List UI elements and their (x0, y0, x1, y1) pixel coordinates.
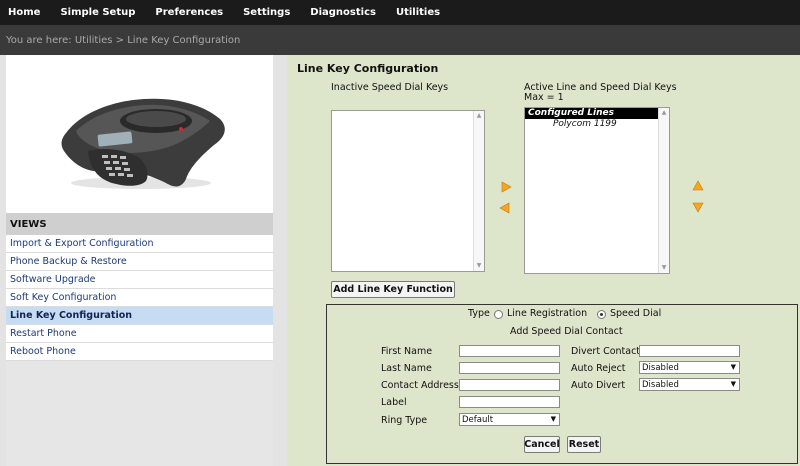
scroll-up-icon[interactable]: ▲ (474, 111, 484, 121)
radio-speed-dial[interactable] (597, 310, 606, 319)
nav-simple-setup[interactable]: Simple Setup (60, 7, 135, 18)
section-title: Add Speed Dial Contact (510, 326, 623, 337)
auto-reject-select[interactable]: Disabled ▼ (639, 361, 740, 374)
conference-phone-image (61, 98, 225, 189)
active-keys-list[interactable]: Configured Lines Polycom 1199 ▲ ▼ (524, 107, 670, 274)
line-registration-label[interactable]: Line Registration (507, 308, 587, 319)
left-sidebar: VIEWS Import & Export Configuration Phon… (6, 55, 273, 466)
nav-utilities[interactable]: Utilities (396, 7, 440, 18)
reset-button[interactable]: Reset (567, 436, 601, 453)
nav-preferences[interactable]: Preferences (155, 7, 223, 18)
auto-divert-label: Auto Divert (571, 380, 626, 391)
main-content: Line Key Configuration Inactive Speed Di… (287, 55, 800, 466)
add-line-key-function-button[interactable]: Add Line Key Function (331, 281, 455, 298)
nav-settings[interactable]: Settings (243, 7, 290, 18)
chevron-down-icon: ▼ (550, 415, 556, 423)
last-name-label: Last Name (381, 363, 432, 374)
nav-home[interactable]: Home (8, 7, 40, 18)
scroll-up-icon[interactable]: ▲ (659, 108, 669, 118)
contact-address-input[interactable] (459, 379, 560, 391)
auto-reject-value: Disabled (642, 362, 679, 373)
breadcrumb: You are here: Utilities > Line Key Confi… (0, 25, 800, 55)
view-software-upgrade[interactable]: Software Upgrade (6, 271, 273, 289)
view-restart-phone[interactable]: Restart Phone (6, 325, 273, 343)
move-up-arrow-icon[interactable] (692, 180, 704, 192)
chevron-down-icon: ▼ (730, 363, 736, 371)
auto-divert-select[interactable]: Disabled ▼ (639, 378, 740, 391)
views-list: Import & Export Configuration Phone Back… (6, 235, 273, 361)
page-title: Line Key Configuration (297, 62, 439, 75)
inactive-speed-dial-list[interactable]: ▲ ▼ (331, 110, 485, 272)
speed-dial-label[interactable]: Speed Dial (610, 308, 661, 319)
contact-address-label: Contact Address (381, 380, 459, 391)
type-label: Type (468, 308, 490, 319)
ring-type-select[interactable]: Default ▼ (459, 413, 560, 426)
chevron-down-icon: ▼ (730, 380, 736, 388)
divert-contact-label: Divert Contact (571, 346, 641, 357)
last-name-input[interactable] (459, 362, 560, 374)
divert-contact-input[interactable] (639, 345, 740, 357)
label-field-label: Label (381, 397, 407, 408)
first-name-label: First Name (381, 346, 433, 357)
scroll-down-icon[interactable]: ▼ (659, 263, 669, 273)
move-down-arrow-icon[interactable] (692, 201, 704, 213)
move-right-arrow-icon[interactable] (500, 181, 512, 193)
inactive-list-scrollbar[interactable]: ▲ ▼ (473, 111, 484, 271)
nav-diagnostics[interactable]: Diagnostics (310, 7, 376, 18)
phone-image-panel (6, 55, 273, 213)
ring-type-label: Ring Type (381, 415, 428, 426)
configured-line-item[interactable]: Polycom 1199 (525, 119, 669, 130)
scroll-down-icon[interactable]: ▼ (474, 261, 484, 271)
views-header: VIEWS (6, 213, 273, 235)
view-soft-key-configuration[interactable]: Soft Key Configuration (6, 289, 273, 307)
label-input[interactable] (459, 396, 560, 408)
auto-reject-label: Auto Reject (571, 363, 626, 374)
view-reboot-phone[interactable]: Reboot Phone (6, 343, 273, 361)
radio-line-registration[interactable] (494, 310, 503, 319)
first-name-input[interactable] (459, 345, 560, 357)
move-left-arrow-icon[interactable] (499, 202, 511, 214)
speed-dial-form: Type Line Registration Speed Dial Add Sp… (326, 304, 798, 464)
auto-divert-value: Disabled (642, 379, 679, 390)
active-list-scrollbar[interactable]: ▲ ▼ (658, 108, 669, 273)
active-keys-max: Max = 1 (524, 92, 564, 103)
ring-type-value: Default (462, 414, 494, 425)
inactive-keys-label: Inactive Speed Dial Keys (331, 82, 449, 93)
view-import-export-configuration[interactable]: Import & Export Configuration (6, 235, 273, 253)
configured-lines-header[interactable]: Configured Lines (525, 108, 658, 119)
view-line-key-configuration[interactable]: Line Key Configuration (6, 307, 273, 325)
view-phone-backup-restore[interactable]: Phone Backup & Restore (6, 253, 273, 271)
top-nav: Home Simple Setup Preferences Settings D… (0, 0, 800, 25)
cancel-button[interactable]: Cancel (524, 436, 560, 453)
